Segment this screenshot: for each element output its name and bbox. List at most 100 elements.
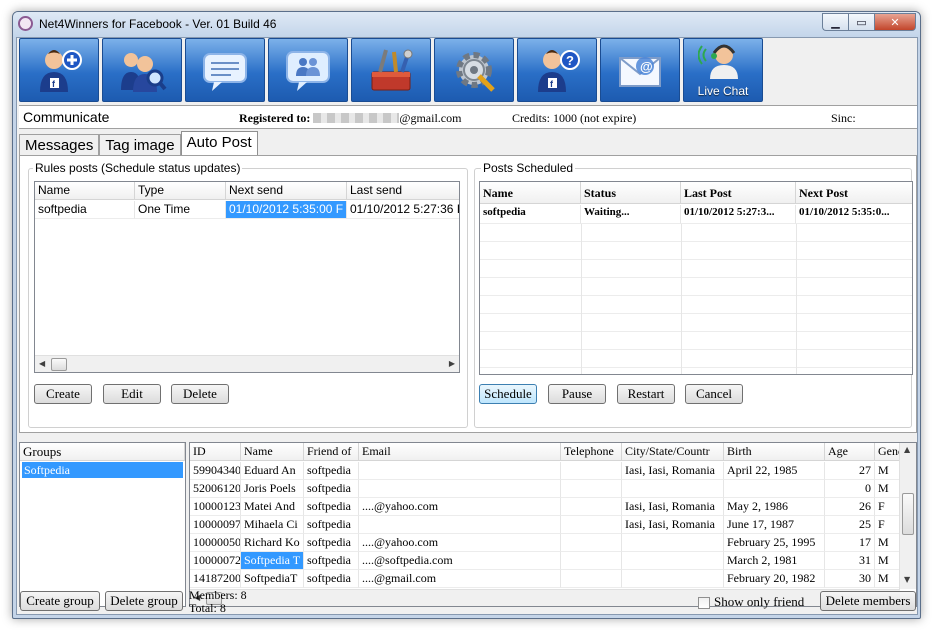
registered-label: Registered to: — [239, 111, 311, 125]
members-vscrollbar[interactable]: ▲ ▼ — [899, 443, 916, 589]
sched-col-last-post[interactable]: Last Post — [681, 182, 796, 204]
table-row[interactable]: 10000097 Mihaela Ci softpedia Iasi, Iasi… — [190, 516, 902, 534]
rule-name: softpedia — [35, 201, 135, 219]
app-window: Net4Winners for Facebook - Ver. 01 Build… — [12, 11, 921, 619]
member-id: 52006120 — [190, 480, 241, 498]
members-col-birth[interactable]: Birth — [724, 443, 825, 461]
tab-tag-image[interactable]: Tag image — [99, 134, 181, 156]
member-city: Iasi, Iasi, Romania — [622, 462, 724, 480]
member-telephone — [561, 480, 622, 498]
email-button[interactable]: @ — [600, 38, 680, 102]
scroll-thumb[interactable] — [902, 493, 914, 535]
show-only-friend-checkbox[interactable] — [698, 597, 710, 610]
table-row[interactable]: 14187200 SoftpediaT softpedia ....@gmail… — [190, 570, 902, 588]
table-row[interactable]: 10000123 Matei And softpedia ....@yahoo.… — [190, 498, 902, 516]
table-row[interactable]: 59904340 Eduard An softpedia Iasi, Iasi,… — [190, 462, 902, 480]
rules-hscrollbar[interactable]: ◀ ▶ — [35, 355, 459, 372]
member-telephone — [561, 552, 622, 570]
sched-next-post: 01/10/2012 5:35:0... — [796, 205, 912, 224]
tools-button[interactable] — [351, 38, 431, 102]
member-telephone — [561, 462, 622, 480]
restart-button[interactable]: Restart — [617, 384, 675, 404]
member-city: Iasi, Iasi, Romania — [622, 516, 724, 534]
create-group-button[interactable]: Create group — [20, 591, 100, 611]
rule-last-send: 01/10/2012 5:27:36 I — [347, 201, 459, 219]
show-only-friend-option[interactable]: Show only friend — [698, 594, 804, 610]
settings-button[interactable] — [434, 38, 514, 102]
delete-group-button[interactable]: Delete group — [105, 591, 183, 611]
member-email: ....@gmail.com — [359, 570, 561, 588]
live-chat-label: Live Chat — [697, 84, 749, 98]
minimize-button[interactable]: ▁ — [822, 13, 848, 31]
table-row[interactable]: softpedia One Time 01/10/2012 5:35:00 F … — [35, 201, 459, 219]
scroll-up-icon[interactable]: ▲ — [904, 445, 910, 454]
list-item[interactable]: Softpedia — [22, 462, 183, 478]
tab-auto-post[interactable]: Auto Post — [180, 131, 258, 156]
cancel-button[interactable]: Cancel — [685, 384, 743, 404]
scroll-right-icon[interactable]: ▶ — [449, 359, 455, 368]
svg-text:?: ? — [566, 53, 574, 68]
email-icon: @ — [619, 57, 661, 87]
window-title: Net4Winners for Facebook - Ver. 01 Build… — [39, 17, 277, 31]
member-age: 27 — [825, 462, 875, 480]
members-col-email[interactable]: Email — [359, 443, 561, 461]
group-chat-icon — [286, 51, 330, 91]
members-col-gender[interactable]: Gend — [875, 443, 902, 461]
title-bar[interactable]: Net4Winners for Facebook - Ver. 01 Build… — [13, 12, 920, 37]
sched-name: softpedia — [480, 205, 581, 224]
table-row[interactable]: softpedia Waiting... 01/10/2012 5:27:3..… — [480, 205, 912, 224]
member-friend-of: softpedia — [304, 516, 359, 534]
find-user-icon — [121, 53, 167, 92]
member-age: 30 — [825, 570, 875, 588]
schedule-button[interactable]: Schedule — [479, 384, 537, 404]
member-name: Softpedia T — [241, 552, 304, 570]
table-row[interactable]: 10000072 Softpedia T softpedia ....@soft… — [190, 552, 902, 570]
close-icon: ✕ — [890, 15, 900, 29]
members-col-city[interactable]: City/State/Countr — [622, 443, 724, 461]
rules-col-name[interactable]: Name — [35, 182, 135, 200]
live-chat-button[interactable]: Live Chat — [683, 38, 763, 102]
help-user-icon: f ? — [538, 50, 580, 92]
groups-header[interactable]: Groups — [20, 443, 185, 461]
member-birth — [724, 480, 825, 498]
registered-to: Registered to: @gmail.com — [239, 111, 461, 126]
members-col-name[interactable]: Name — [241, 443, 304, 461]
group-messages-button[interactable] — [268, 38, 348, 102]
member-email — [359, 462, 561, 480]
table-row[interactable]: 10000050 Richard Ko softpedia ....@yahoo… — [190, 534, 902, 552]
delete-rule-button[interactable]: Delete — [171, 384, 229, 404]
maximize-icon: ▭ — [856, 15, 867, 29]
tab-messages[interactable]: Messages — [19, 134, 100, 156]
sched-col-name[interactable]: Name — [480, 182, 581, 204]
groups-list: Groups Softpedia — [19, 442, 186, 607]
close-button[interactable]: ✕ — [874, 13, 916, 31]
messages-button[interactable] — [185, 38, 265, 102]
members-col-id[interactable]: ID — [190, 443, 241, 461]
add-friend-button[interactable]: f — [19, 38, 99, 102]
pause-button[interactable]: Pause — [548, 384, 606, 404]
sched-col-status[interactable]: Status — [581, 182, 681, 204]
help-button[interactable]: f ? — [517, 38, 597, 102]
member-friend-of: softpedia — [304, 480, 359, 498]
scroll-left-icon[interactable]: ◀ — [39, 359, 45, 368]
sched-col-next-post[interactable]: Next Post — [796, 182, 912, 204]
members-col-friend-of[interactable]: Friend of — [304, 443, 359, 461]
member-gender: F — [875, 516, 902, 534]
create-rule-button[interactable]: Create — [34, 384, 92, 404]
rules-col-next-send[interactable]: Next send — [226, 182, 347, 200]
delete-members-button[interactable]: Delete members — [820, 591, 916, 611]
member-age: 0 — [825, 480, 875, 498]
search-friends-button[interactable] — [102, 38, 182, 102]
maximize-button[interactable]: ▭ — [848, 13, 874, 31]
members-col-telephone[interactable]: Telephone — [561, 443, 622, 461]
total-count: Total: 8 — [189, 601, 226, 615]
member-email: ....@softpedia.com — [359, 552, 561, 570]
scroll-down-icon[interactable]: ▼ — [904, 575, 910, 584]
rules-col-type[interactable]: Type — [135, 182, 226, 200]
members-col-age[interactable]: Age — [825, 443, 875, 461]
member-birth: February 20, 1982 — [724, 570, 825, 588]
table-row[interactable]: 52006120 Joris Poels softpedia 0 M — [190, 480, 902, 498]
rules-col-last-send[interactable]: Last send — [347, 182, 459, 200]
edit-rule-button[interactable]: Edit — [103, 384, 161, 404]
scroll-thumb[interactable] — [51, 358, 67, 371]
